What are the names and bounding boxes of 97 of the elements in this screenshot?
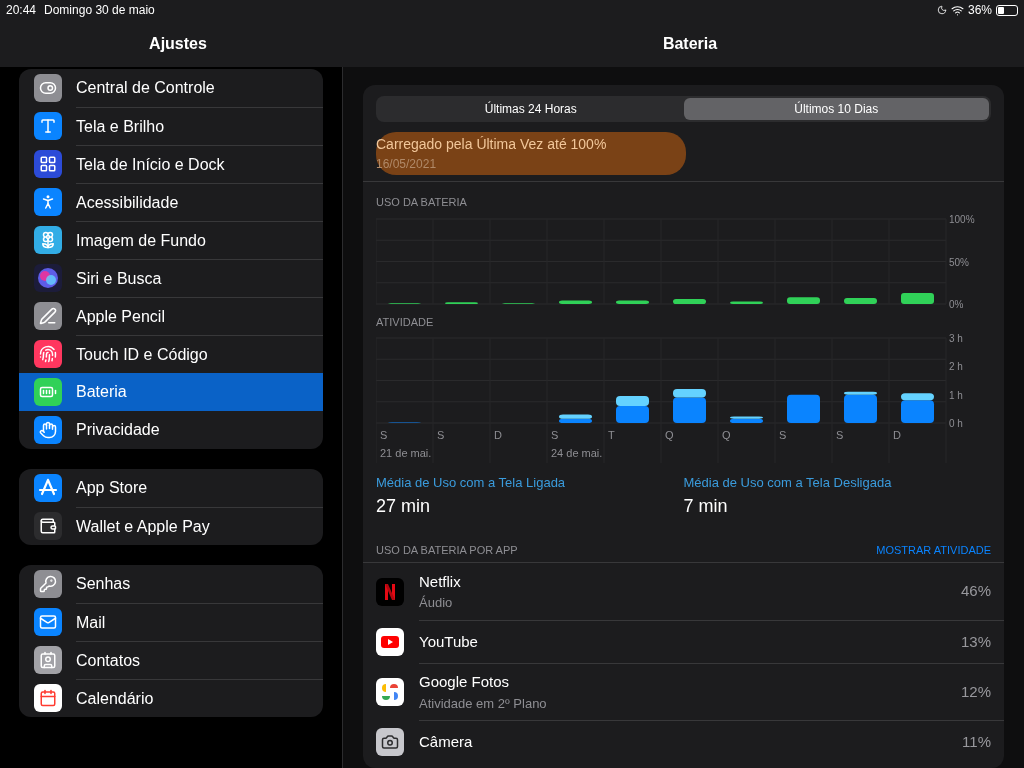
settings-item[interactable]: Siri e Busca (19, 259, 323, 297)
battery-bar (559, 300, 592, 304)
axis-label: 3 h (949, 333, 963, 344)
average-value: 7 min (683, 494, 729, 518)
calendar-icon (34, 684, 62, 712)
day-label: D (893, 429, 901, 441)
wallet-icon (34, 512, 62, 540)
app-detail: Áudio (419, 594, 454, 612)
battery-bar (844, 297, 877, 304)
settings-item[interactable]: App Store (19, 469, 323, 507)
axis-label: 100% (949, 213, 975, 225)
day-label: S (380, 429, 388, 441)
settings-item[interactable]: Contatos (19, 641, 323, 679)
battery-status-icon (996, 4, 1018, 16)
app-row[interactable]: Netflix Áudio 46% (363, 563, 1004, 620)
day-label: T (608, 429, 615, 441)
battery-icon (34, 378, 62, 406)
show-activity-link[interactable]: MOSTRAR ATIVIDADE (876, 541, 991, 558)
key-icon (34, 570, 62, 598)
grid-icon (34, 150, 62, 178)
settings-item[interactable]: Apple Pencil (19, 297, 323, 335)
chart-title: ATIVIDADE (376, 314, 435, 330)
settings-item[interactable]: Tela de Início e Dock (19, 145, 323, 183)
average-value: 27 min (376, 494, 432, 518)
settings-item[interactable]: Acessibilidade (19, 183, 323, 221)
netflix-icon (376, 577, 404, 606)
activity-bar (787, 394, 820, 423)
app-name: Netflix (419, 571, 462, 592)
siri-icon (34, 264, 62, 292)
segment-tab[interactable]: Últimas 24 Horas (378, 98, 684, 120)
settings-item[interactable]: Senhas (19, 565, 323, 603)
status-date: Domingo 30 de maio (44, 2, 155, 19)
app-name: Google Fotos (419, 672, 511, 692)
battery-bar (616, 300, 649, 304)
last-charge-date: 16/05/2021 (376, 156, 438, 173)
settings-item[interactable]: Central de Controle (19, 69, 323, 107)
fingerprint-icon (34, 340, 62, 368)
hand-icon (34, 416, 62, 444)
camera-icon (376, 727, 404, 756)
day-label: Q (665, 429, 674, 441)
day-label: S (437, 429, 445, 441)
app-percent: 46% (960, 581, 991, 602)
app-detail: Atividade em 2º Plano (419, 694, 548, 713)
date-label: 24 de mai. (551, 447, 603, 459)
app-percent: 11% (962, 731, 991, 752)
settings-item[interactable]: Tela e Brilho (19, 107, 323, 145)
app-store-icon (34, 474, 62, 502)
mail-icon (34, 608, 62, 636)
chart-title: USO DA BATERIA (376, 195, 468, 210)
day-label: D (494, 429, 502, 441)
sidebar-title: Ajustes (149, 34, 207, 52)
average-label: Média de Uso com a Tela Desligada (683, 474, 893, 492)
app-row[interactable]: Google Fotos Atividade em 2º Plano 12% (363, 663, 1004, 720)
axis-label: 0 h (949, 418, 963, 429)
day-label: S (836, 429, 844, 441)
app-percent: 12% (960, 681, 991, 702)
text-size-icon (34, 112, 62, 140)
axis-label: 50% (949, 256, 969, 267)
day-label: S (551, 429, 559, 441)
settings-item[interactable]: Calendário (19, 679, 323, 717)
battery-bar (445, 301, 478, 304)
axis-label: 0% (949, 298, 964, 310)
wifi-icon (950, 3, 964, 17)
battery-bar (673, 298, 706, 304)
battery-bar (901, 292, 934, 304)
axis-label: 2 h (949, 361, 963, 373)
battery-bar (730, 300, 763, 304)
app-row[interactable]: YouTube 13% (363, 620, 1004, 663)
battery-percent: 36% (967, 2, 992, 19)
settings-item[interactable]: Mail (19, 603, 323, 641)
flower-icon (34, 226, 62, 254)
contact-icon (34, 646, 62, 674)
day-label: Q (722, 429, 731, 441)
section-header: USO DA BATERIA POR APP (376, 542, 519, 558)
youtube-icon (376, 627, 404, 656)
moon-icon (936, 5, 947, 15)
pencil-icon (34, 302, 62, 330)
last-charge-title: Carregado pela Última Vez até 100% (376, 135, 608, 154)
app-percent: 13% (960, 631, 991, 652)
average-label: Média de Uso com a Tela Ligada (376, 474, 567, 492)
app-name: Câmera (419, 731, 474, 752)
battery-bar (787, 296, 820, 304)
accessibility-icon (34, 188, 62, 216)
page-title: Bateria (662, 34, 718, 52)
settings-item[interactable]: Bateria (19, 373, 323, 411)
axis-label: 1 h (949, 389, 963, 401)
settings-item[interactable]: Wallet e Apple Pay (19, 507, 323, 545)
date-label: 21 de mai. (380, 447, 432, 459)
app-name: YouTube (419, 631, 479, 652)
segment-tab[interactable]: Últimos 10 Dias (683, 98, 989, 120)
settings-item[interactable]: Imagem de Fundo (19, 221, 323, 259)
toggle-icon (34, 74, 62, 102)
day-label: S (779, 429, 787, 441)
status-time: 20:44 (6, 2, 37, 19)
app-row[interactable]: Câmera 11% (363, 720, 1004, 763)
pinwheel-icon (376, 677, 404, 706)
settings-item[interactable]: Privacidade (19, 411, 323, 449)
